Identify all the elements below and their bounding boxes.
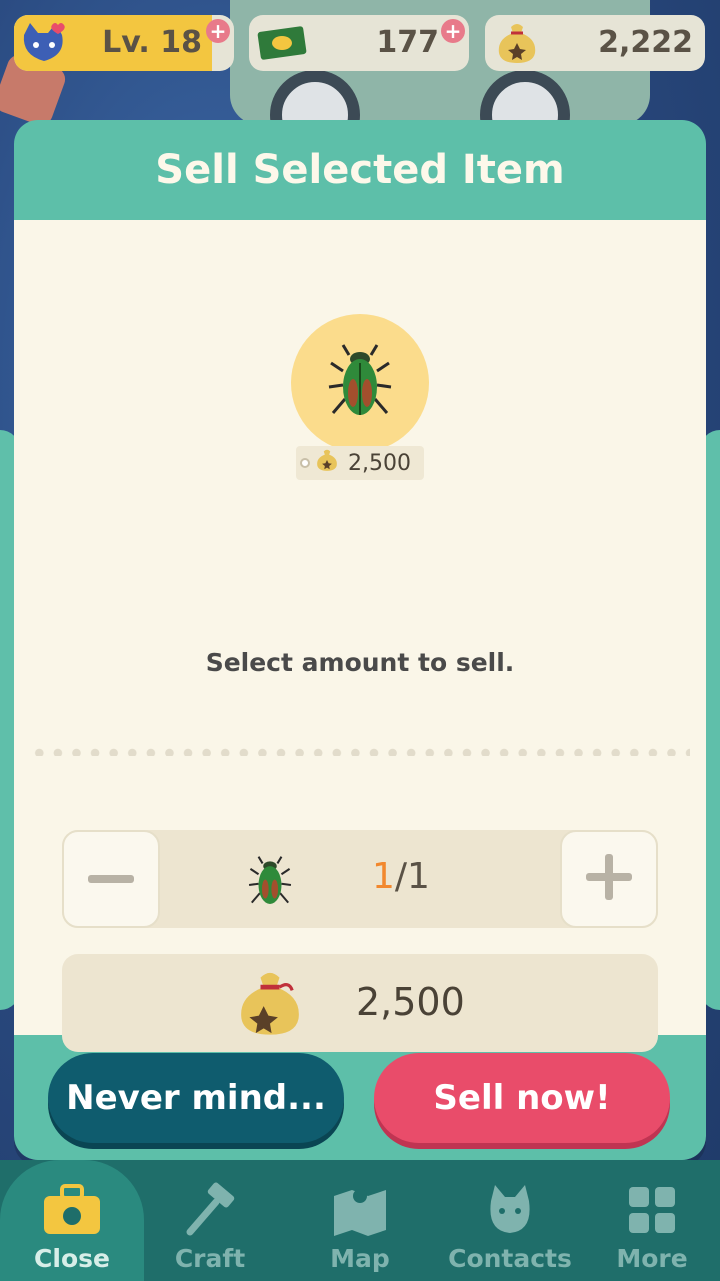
dialog-title: Sell Selected Item: [155, 147, 565, 193]
bell-bag-icon: [493, 19, 541, 71]
item-preview: [291, 314, 429, 452]
bells-count: 2,222: [598, 25, 693, 60]
bottom-nav: Close Craft Map Contacts More: [0, 1160, 720, 1281]
nav-label: Close: [34, 1244, 110, 1273]
nav-label: Contacts: [448, 1244, 572, 1273]
bell-bag-icon: [232, 964, 308, 1046]
level-label: Lv. 18: [102, 25, 202, 60]
bag-icon: [40, 1180, 104, 1240]
beetle-icon: [246, 854, 294, 912]
unit-price: 2,500: [348, 450, 411, 476]
nav-label: Map: [330, 1244, 390, 1273]
level-indicator[interactable]: Lv. 18 +: [14, 15, 234, 71]
sell-prompt: Select amount to sell.: [205, 648, 515, 677]
quantity-stepper: 1/1: [62, 830, 658, 928]
quantity-separator: /: [394, 856, 408, 897]
grid-icon: [627, 1180, 677, 1240]
dotted-divider: [30, 748, 690, 756]
plus-icon: [586, 854, 632, 904]
quantity-current: 1: [372, 856, 395, 897]
increase-button[interactable]: [560, 830, 658, 928]
map-icon: [320, 1180, 400, 1240]
tickets-plus-icon[interactable]: +: [441, 19, 465, 43]
tickets-count: 177: [376, 25, 439, 60]
sale-total: 2,500: [62, 954, 658, 1052]
cat-icon: [485, 1180, 535, 1240]
nav-more[interactable]: More: [580, 1160, 720, 1281]
beetle-icon: [325, 341, 395, 425]
nav-contacts[interactable]: Contacts: [438, 1160, 582, 1281]
hammer-icon: [180, 1180, 240, 1240]
never-mind-button[interactable]: Never mind...: [48, 1053, 344, 1143]
total-amount: 2,500: [356, 980, 465, 1024]
nav-map[interactable]: Map: [288, 1160, 432, 1281]
bell-bag-icon: [314, 447, 340, 479]
nav-craft[interactable]: Craft: [138, 1160, 282, 1281]
price-tag: 2,500: [296, 446, 424, 480]
cat-avatar-icon: [20, 21, 68, 71]
level-plus-icon[interactable]: +: [206, 19, 230, 43]
leaf-ticket-icon: [255, 23, 309, 71]
dialog-body: 2,500 Select amount to sell. 1/1 2,500: [14, 220, 706, 1052]
nav-label: More: [616, 1244, 688, 1273]
nav-label: Craft: [174, 1244, 246, 1273]
sell-now-button[interactable]: Sell now!: [374, 1053, 670, 1143]
sell-dialog: Sell Selected Item 2,500 Select amount t…: [14, 120, 706, 1160]
minus-icon: [88, 870, 134, 889]
quantity-max: 1: [407, 856, 430, 897]
leaf-ticket-counter[interactable]: 177 +: [249, 15, 469, 71]
dialog-header: Sell Selected Item: [14, 120, 706, 220]
bells-counter[interactable]: 2,222: [485, 15, 705, 71]
decrease-button[interactable]: [62, 830, 160, 928]
nav-close[interactable]: Close: [0, 1160, 144, 1281]
quantity-readout: 1/1: [372, 856, 430, 897]
tag-hole: [300, 458, 310, 468]
